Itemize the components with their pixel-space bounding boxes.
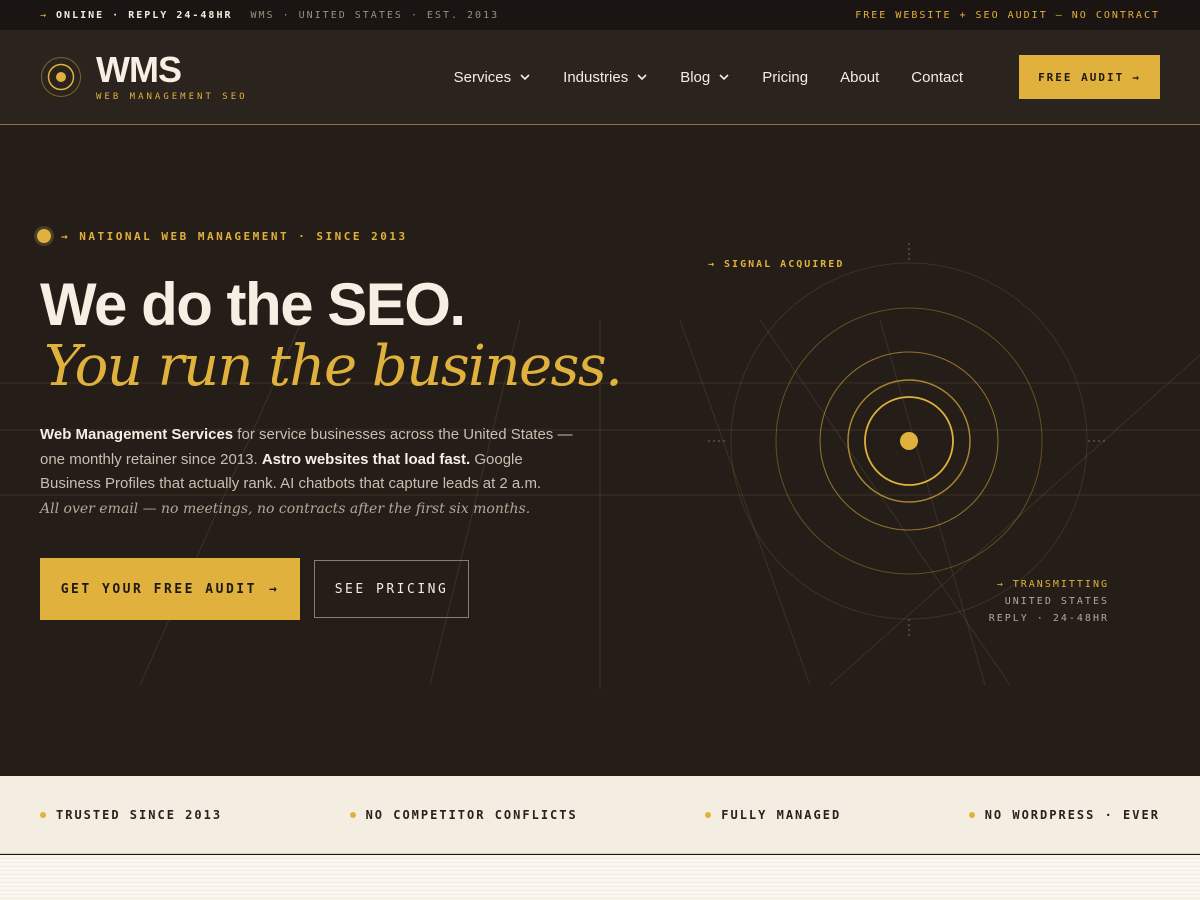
company-meta: WMS · UNITED STATES · EST. 2013 <box>250 9 500 21</box>
hero-section: → NATIONAL WEB MANAGEMENT · SINCE 2013 W… <box>0 125 1200 776</box>
nav-pricing[interactable]: Pricing <box>762 69 808 86</box>
trust-label: TRUSTED SINCE 2013 <box>56 807 223 822</box>
nav-services[interactable]: Services <box>454 69 532 86</box>
online-status: ONLINE · REPLY 24-48HR <box>56 9 233 21</box>
bullet-dot-icon <box>40 811 46 818</box>
trust-item: NO COMPETITOR CONFLICTS <box>349 807 578 822</box>
trust-strip: TRUSTED SINCE 2013 NO COMPETITOR CONFLIC… <box>0 776 1200 854</box>
chevron-down-icon <box>637 74 647 81</box>
radar-logo-icon <box>41 57 81 97</box>
lead-bold-company: Web Management Services <box>40 426 234 443</box>
chevron-down-icon <box>719 74 729 81</box>
status-group: → ONLINE · REPLY 24-48HR WMS · UNITED ST… <box>40 10 499 21</box>
trust-item: NO WORDPRESS · EVER <box>968 807 1160 822</box>
trust-item: TRUSTED SINCE 2013 <box>40 808 222 822</box>
signal-acquired-label: → SIGNAL ACQUIRED <box>708 259 845 270</box>
eyebrow-text: → NATIONAL WEB MANAGEMENT · SINCE 2013 <box>61 229 408 243</box>
hero-headline: We do the SEO. <box>40 271 466 338</box>
hero-eyebrow: → NATIONAL WEB MANAGEMENT · SINCE 2013 <box>37 229 408 243</box>
site-header: WMS WEB MANAGEMENT SEO Services Industri… <box>0 30 1200 125</box>
nav-about-label: About <box>840 68 880 86</box>
nav-blog-label: Blog <box>680 68 711 86</box>
see-pricing-button[interactable]: SEE PRICING <box>314 560 469 618</box>
bullet-dot-icon <box>705 811 712 818</box>
trust-label: NO COMPETITOR CONFLICTS <box>365 807 578 822</box>
logo-tagline: WEB MANAGEMENT SEO <box>96 92 248 102</box>
logo[interactable]: WMS WEB MANAGEMENT SEO <box>40 52 248 102</box>
trust-item: FULLY MANAGED <box>705 808 841 822</box>
nav-contact[interactable]: Contact <box>911 69 963 86</box>
get-free-audit-label: GET YOUR FREE AUDIT <box>60 581 257 597</box>
lead-bold-astro: Astro websites that load fast. <box>261 450 471 468</box>
announcement-bar: → ONLINE · REPLY 24-48HR WMS · UNITED ST… <box>0 0 1200 30</box>
location-label: UNITED STATES <box>1004 596 1109 607</box>
nav-industries[interactable]: Industries <box>563 69 648 86</box>
nav-contact-label: Contact <box>911 68 963 86</box>
bullet-dot-icon <box>968 811 975 818</box>
free-audit-label: FREE AUDIT <box>1038 70 1125 84</box>
bullet-dot-icon <box>349 811 356 818</box>
arrow-right-icon: → <box>268 581 280 597</box>
transmitting-status: → TRANSMITTING UNITED STATES REPLY · 24-… <box>989 576 1109 627</box>
reply-time-label: REPLY · 24-48HR <box>988 613 1109 624</box>
trust-label: FULLY MANAGED <box>721 807 842 822</box>
logo-name: WMS <box>96 49 182 90</box>
chevron-down-icon <box>520 74 530 81</box>
nav-services-label: Services <box>453 68 512 86</box>
arrow-right-icon: → <box>40 9 49 21</box>
signal-dot-icon <box>37 229 51 243</box>
main-nav: Services Industries Blog Pricing About C… <box>454 69 963 86</box>
free-audit-button[interactable]: FREE AUDIT → <box>1019 55 1160 99</box>
transmitting-label: → TRANSMITTING <box>996 579 1109 590</box>
promo-link[interactable]: FREE WEBSITE + SEO AUDIT — NO CONTRACT <box>855 10 1160 21</box>
nav-about[interactable]: About <box>840 69 879 86</box>
nav-blog[interactable]: Blog <box>680 69 730 86</box>
hero-lead: Web Management Services for service busi… <box>40 423 585 521</box>
get-free-audit-button[interactable]: GET YOUR FREE AUDIT → <box>40 558 300 620</box>
hero-headline-italic: You run the business. <box>44 334 623 399</box>
nav-pricing-label: Pricing <box>762 68 809 86</box>
lead-note: All over email — no meetings, no contrac… <box>40 500 531 517</box>
trust-label: NO WORDPRESS · EVER <box>984 807 1160 822</box>
nav-industries-label: Industries <box>563 68 629 86</box>
arrow-right-icon: → <box>1132 70 1141 84</box>
next-section-edge <box>0 855 1200 900</box>
